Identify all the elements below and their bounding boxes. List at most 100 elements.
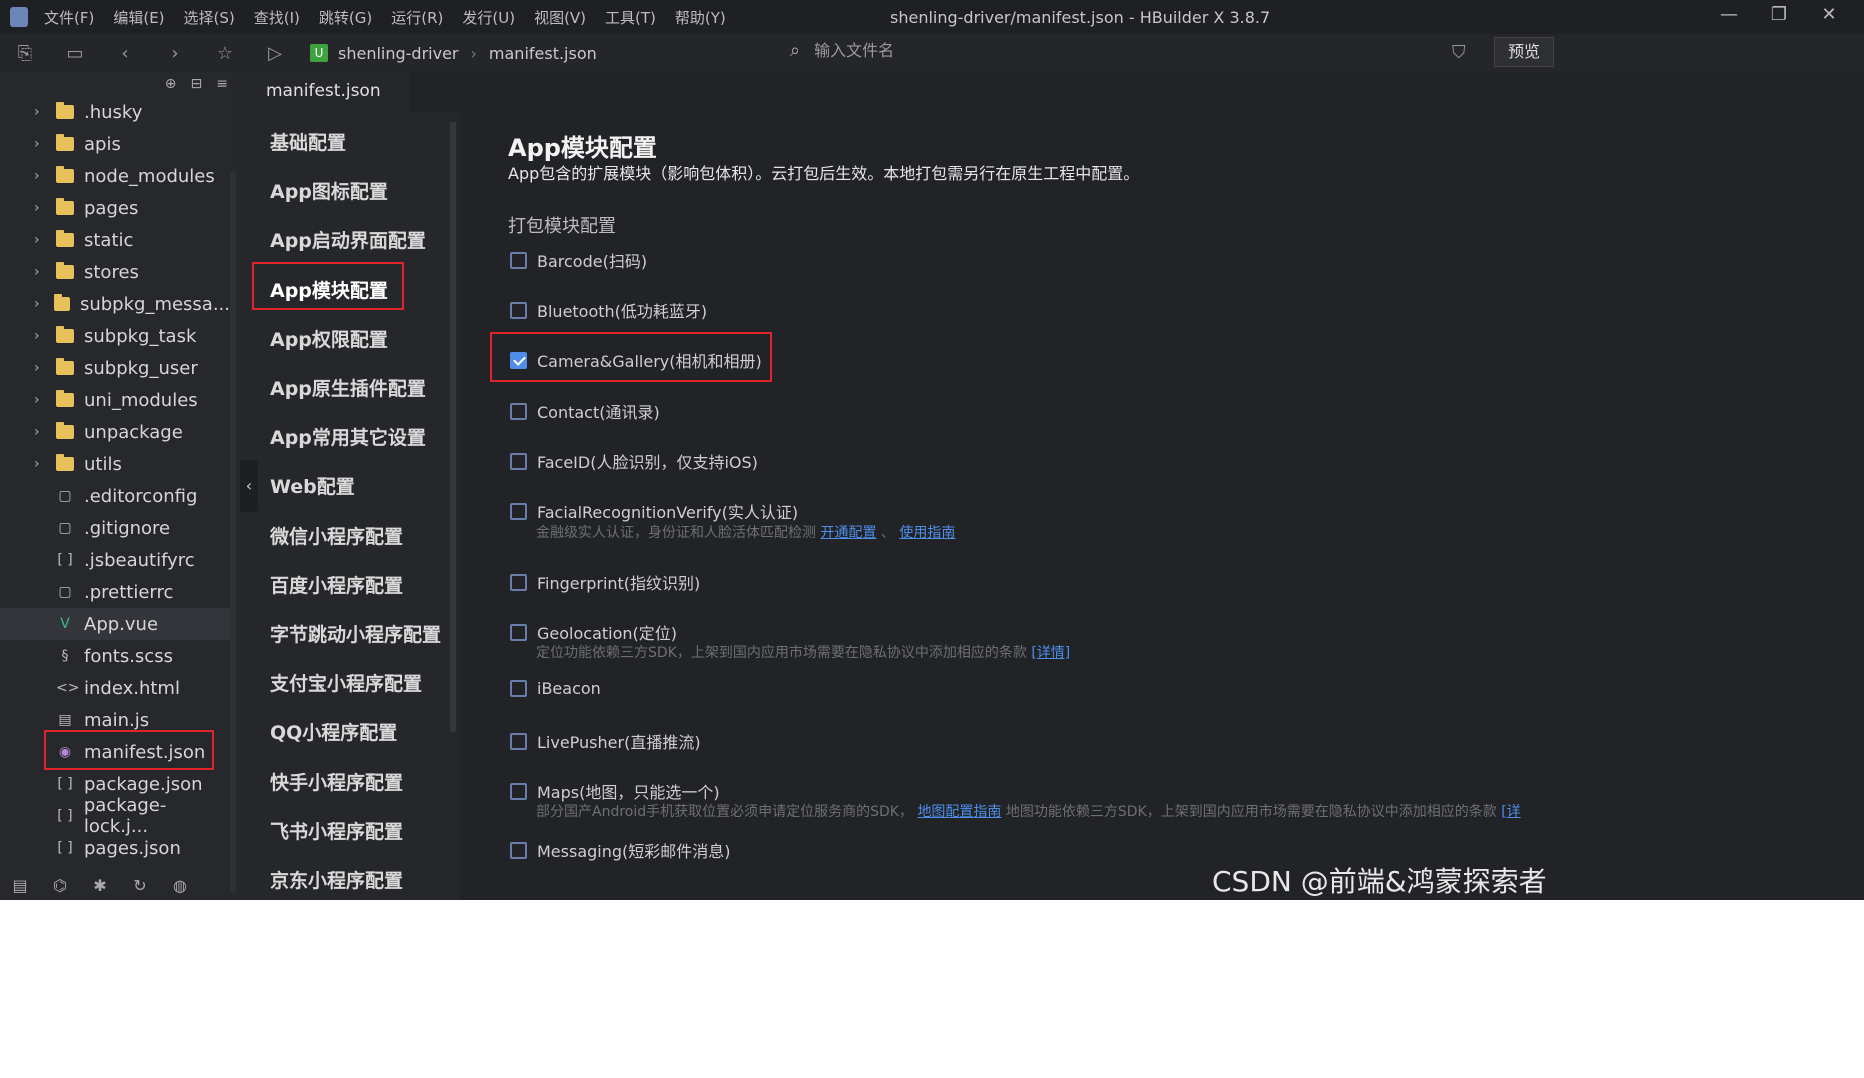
chevron-right-icon[interactable]: › xyxy=(34,136,50,152)
file-search-input[interactable] xyxy=(814,41,1315,60)
chevron-right-icon[interactable]: › xyxy=(34,296,48,312)
tree-item[interactable]: [ ] pages.json xyxy=(0,832,230,864)
config-nav-item[interactable]: 飞书小程序配置 xyxy=(270,817,403,844)
debug-icon[interactable]: ✱ xyxy=(80,876,120,895)
tree-item[interactable]: › apis xyxy=(0,128,230,160)
checkbox[interactable] xyxy=(510,782,527,800)
menu-goto[interactable]: 跳转(G) xyxy=(319,7,372,28)
chevron-right-icon[interactable]: › xyxy=(34,168,50,184)
tree-item[interactable]: <> index.html xyxy=(0,672,230,704)
minimize-button[interactable]: — xyxy=(1704,4,1754,25)
chevron-right-icon[interactable]: › xyxy=(34,392,50,408)
forward-icon[interactable]: › xyxy=(150,43,200,64)
folder-icon[interactable]: ▤ xyxy=(0,876,40,895)
checkbox[interactable] xyxy=(510,251,527,269)
module-option[interactable]: Maps(地图，只能选一个) xyxy=(510,779,720,803)
tree-item[interactable]: › static xyxy=(0,224,230,256)
tree-item[interactable]: [ ] package-lock.j... xyxy=(0,795,230,837)
module-option[interactable]: FaceID(人脸识别，仅支持iOS) xyxy=(510,449,758,473)
tree-item[interactable]: › subpkg_messa... xyxy=(0,288,230,320)
config-nav-item[interactable]: 快手小程序配置 xyxy=(270,768,403,795)
breadcrumb-file[interactable]: manifest.json xyxy=(489,44,597,63)
config-nav-item[interactable]: 基础配置 xyxy=(270,128,346,155)
config-nav-item[interactable]: 百度小程序配置 xyxy=(270,571,403,598)
menu-view[interactable]: 视图(V) xyxy=(534,7,586,28)
tree-item[interactable]: [ ] .jsbeautifyrc xyxy=(0,544,230,576)
tree-item[interactable]: › uni_modules xyxy=(0,384,230,416)
preview-button[interactable]: 预览 xyxy=(1494,37,1554,67)
config-nav-item[interactable]: App图标配置 xyxy=(270,177,388,204)
tree-item[interactable]: § fonts.scss xyxy=(0,640,230,672)
facial-setup-link[interactable]: 开通配置 xyxy=(820,525,876,541)
tree-item[interactable]: V App.vue xyxy=(0,608,230,640)
run-icon[interactable]: ▷ xyxy=(250,43,300,64)
globe-icon[interactable]: ◍ xyxy=(160,876,200,895)
tree-item[interactable]: ▢ .editorconfig xyxy=(0,480,230,512)
module-option[interactable]: LivePusher(直播推流) xyxy=(510,729,701,753)
module-option[interactable]: iBeacon xyxy=(510,679,601,698)
checkbox[interactable] xyxy=(510,732,527,750)
facial-guide-link[interactable]: 使用指南 xyxy=(899,525,955,541)
checkbox[interactable] xyxy=(510,680,527,697)
module-option[interactable]: FacialRecognitionVerify(实人认证) xyxy=(510,499,798,523)
config-nav-item[interactable]: App启动界面配置 xyxy=(270,226,426,253)
config-nav-item[interactable]: 支付宝小程序配置 xyxy=(270,669,422,696)
collapse-nav-chevron-left-icon[interactable]: ‹ xyxy=(240,460,258,512)
binoculars-icon[interactable]: ⌬ xyxy=(40,876,80,895)
maximize-button[interactable]: ❐ xyxy=(1754,4,1804,25)
star-icon[interactable]: ☆ xyxy=(200,43,250,64)
geolocation-details-link[interactable]: [详情] xyxy=(1031,645,1070,661)
menu-file[interactable]: 文件(F) xyxy=(44,7,94,28)
module-option[interactable]: Fingerprint(指纹识别) xyxy=(510,570,700,594)
save-icon[interactable]: ▭ xyxy=(50,43,100,64)
chevron-right-icon[interactable]: › xyxy=(34,200,50,216)
checkbox[interactable] xyxy=(510,402,527,420)
maps-details-link[interactable]: [详 xyxy=(1501,804,1520,820)
chevron-right-icon[interactable]: › xyxy=(34,328,50,344)
menu-help[interactable]: 帮助(Y) xyxy=(675,7,726,28)
tree-item[interactable]: › utils xyxy=(0,448,230,480)
chevron-right-icon[interactable]: › xyxy=(34,360,50,376)
module-option[interactable]: Bluetooth(低功耗蓝牙) xyxy=(510,298,707,322)
back-icon[interactable]: ‹ xyxy=(100,43,150,64)
checkbox[interactable] xyxy=(510,502,527,520)
tree-item[interactable]: › stores xyxy=(0,256,230,288)
checkbox[interactable] xyxy=(510,623,527,641)
chevron-right-icon[interactable]: › xyxy=(34,104,50,120)
config-nav-item[interactable]: App权限配置 xyxy=(270,325,388,352)
config-nav-item[interactable]: 字节跳动小程序配置 xyxy=(270,620,441,647)
editor-tab-manifest[interactable]: manifest.json xyxy=(240,72,410,112)
config-nav-item[interactable]: 京东小程序配置 xyxy=(270,866,403,893)
menu-select[interactable]: 选择(S) xyxy=(184,7,235,28)
collapse-all-icon[interactable]: ⊟ xyxy=(191,76,203,92)
locate-icon[interactable]: ⊕ xyxy=(165,76,177,92)
tree-item[interactable]: ▢ .prettierrc xyxy=(0,576,230,608)
config-nav-item[interactable]: App原生插件配置 xyxy=(270,374,426,401)
breadcrumb-project[interactable]: shenling-driver xyxy=(338,44,459,63)
module-option[interactable]: Barcode(扫码) xyxy=(510,248,647,272)
checkbox[interactable] xyxy=(510,573,527,591)
git-icon[interactable]: ↻ xyxy=(120,876,160,895)
chevron-right-icon[interactable]: › xyxy=(34,232,50,248)
tree-item[interactable]: › subpkg_task xyxy=(0,320,230,352)
module-option[interactable]: Contact(通讯录) xyxy=(510,399,660,423)
menu-find[interactable]: 查找(I) xyxy=(254,7,300,28)
menu-tools[interactable]: 工具(T) xyxy=(605,7,656,28)
checkbox[interactable] xyxy=(510,301,527,319)
menu-publish[interactable]: 发行(U) xyxy=(462,7,515,28)
tree-item[interactable]: › node_modules xyxy=(0,160,230,192)
close-button[interactable]: ✕ xyxy=(1804,4,1854,25)
config-nav-item[interactable]: Web配置 xyxy=(270,472,355,499)
tree-item[interactable]: › unpackage xyxy=(0,416,230,448)
config-nav-scrollbar[interactable] xyxy=(450,122,456,732)
module-option[interactable]: Geolocation(定位) xyxy=(510,620,677,644)
new-file-icon[interactable]: ⎘ xyxy=(0,43,50,64)
menu-run[interactable]: 运行(R) xyxy=(391,7,443,28)
tree-item[interactable]: › pages xyxy=(0,192,230,224)
chevron-right-icon[interactable]: › xyxy=(34,264,50,280)
tree-item[interactable]: › subpkg_user xyxy=(0,352,230,384)
module-option[interactable]: Messaging(短彩邮件消息) xyxy=(510,838,731,862)
explorer-scrollbar[interactable] xyxy=(230,172,236,892)
explorer-menu-icon[interactable]: ≡ xyxy=(216,76,228,92)
tree-item[interactable]: ▢ .gitignore xyxy=(0,512,230,544)
